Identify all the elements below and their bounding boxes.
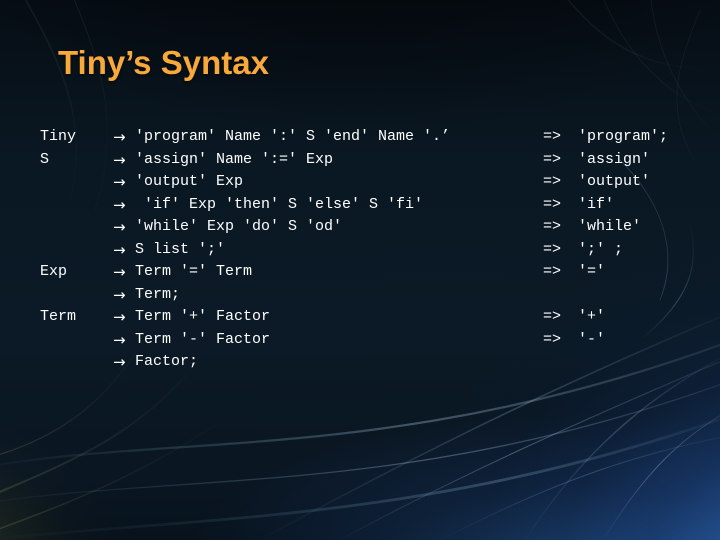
rule-rhs: S list ';' xyxy=(135,240,226,258)
grammar-rule-row: → Factor; xyxy=(0,351,720,374)
rule-rhs: Term '=' Term xyxy=(135,263,253,280)
implies-arrow-icon: => xyxy=(543,330,562,348)
produces-arrow-icon: → xyxy=(113,308,126,326)
grammar-rule-row: → 'output' Exp => 'output' xyxy=(0,171,720,194)
produces-arrow-icon: → xyxy=(113,173,126,191)
implies-arrow-icon: => xyxy=(543,263,562,280)
implies-arrow-icon: => xyxy=(543,195,562,213)
implies-arrow-icon: => xyxy=(543,173,562,190)
rule-rhs: Factor; xyxy=(135,353,199,370)
produces-arrow-icon: → xyxy=(113,353,126,371)
grammar-rule-row: → S list ';' => ';' ; xyxy=(0,239,720,262)
produces-arrow-icon: → xyxy=(113,330,126,349)
rule-token: '-' xyxy=(578,330,606,348)
implies-arrow-icon: => xyxy=(543,218,562,235)
produces-arrow-icon: → xyxy=(113,263,126,281)
rule-lhs: S xyxy=(40,150,50,168)
implies-arrow-icon: => xyxy=(543,150,562,168)
rule-rhs: 'while' Exp 'do' S 'od' xyxy=(135,218,343,235)
page-title: Tiny’s Syntax xyxy=(58,44,269,81)
grammar-rule-row: Tiny → 'program' Name ':' S 'end' Name '… xyxy=(0,126,720,149)
grammar-rule-table: Tiny → 'program' Name ':' S 'end' Name '… xyxy=(0,126,720,374)
rule-rhs: 'output' Exp xyxy=(135,173,244,190)
grammar-rule-row: → Term '-' Factor => '-' xyxy=(0,329,720,352)
rule-lhs: Exp xyxy=(40,263,68,280)
rule-rhs: 'assign' Name ':=' Exp xyxy=(135,150,334,168)
rule-token: 'output' xyxy=(578,173,651,190)
produces-arrow-icon: → xyxy=(113,128,126,146)
rule-token: 'if' xyxy=(578,195,615,213)
slide-canvas: Tiny’s Syntax Tiny → 'program' Name ':' … xyxy=(0,0,720,540)
grammar-rule-row: → Term; xyxy=(0,284,720,307)
produces-arrow-icon: → xyxy=(113,150,126,169)
implies-arrow-icon: => xyxy=(543,240,562,258)
rule-token: 'while' xyxy=(578,218,642,235)
rule-rhs: Term; xyxy=(135,285,181,303)
rule-rhs: 'if' Exp 'then' S 'else' S 'fi' xyxy=(135,195,424,213)
rule-lhs: Term xyxy=(40,308,77,325)
rule-token: 'program'; xyxy=(578,128,669,145)
produces-arrow-icon: → xyxy=(113,195,126,214)
rule-rhs: Term '-' Factor xyxy=(135,330,271,348)
produces-arrow-icon: → xyxy=(113,240,126,259)
rule-lhs: Tiny xyxy=(40,128,77,145)
implies-arrow-icon: => xyxy=(543,128,562,145)
implies-arrow-icon: => xyxy=(543,308,562,325)
grammar-rule-row: → 'while' Exp 'do' S 'od' => 'while' xyxy=(0,216,720,239)
rule-rhs: 'program' Name ':' S 'end' Name '.’ xyxy=(135,128,451,145)
produces-arrow-icon: → xyxy=(113,218,126,236)
produces-arrow-icon: → xyxy=(113,285,126,304)
rule-token: ';' ; xyxy=(578,240,624,258)
grammar-rule-row: Exp → Term '=' Term => '=' xyxy=(0,261,720,284)
rule-token: 'assign' xyxy=(578,150,651,168)
grammar-rule-row: → 'if' Exp 'then' S 'else' S 'fi' => 'if… xyxy=(0,194,720,217)
grammar-rule-row: Term → Term '+' Factor => '+' xyxy=(0,306,720,329)
rule-rhs: Term '+' Factor xyxy=(135,308,271,325)
rule-token: '=' xyxy=(578,263,606,280)
grammar-rule-row: S → 'assign' Name ':=' Exp => 'assign' xyxy=(0,149,720,172)
rule-token: '+' xyxy=(578,308,606,325)
